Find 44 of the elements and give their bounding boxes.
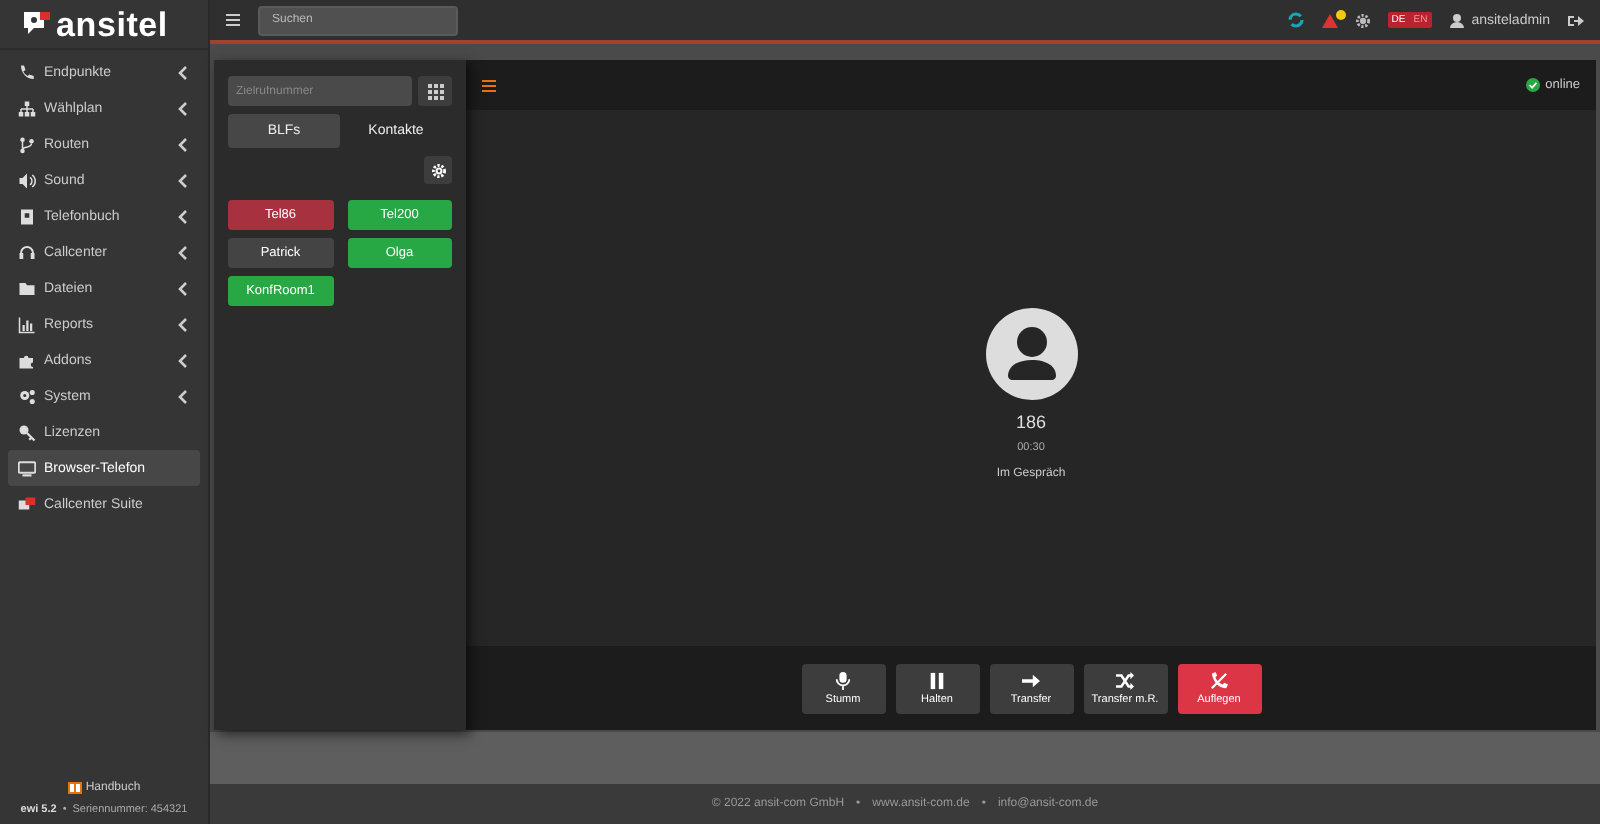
microphone-icon	[834, 671, 852, 689]
chevron-icon	[178, 209, 188, 223]
sync-icon[interactable]	[1287, 12, 1304, 28]
chevron-icon	[178, 281, 188, 295]
gear-icon	[18, 387, 36, 405]
settings-button[interactable]	[424, 156, 452, 184]
settings-icon[interactable]	[1355, 13, 1370, 27]
chevron-icon	[178, 389, 188, 403]
key-icon	[18, 423, 36, 441]
grid-icon	[427, 83, 443, 99]
chevron-icon	[178, 65, 188, 79]
chevron-icon	[178, 101, 188, 115]
headset-icon	[18, 243, 36, 261]
chart-icon	[18, 315, 36, 333]
shuffle-icon	[1116, 671, 1134, 689]
chevron-icon	[178, 353, 188, 367]
menu-icon[interactable]	[482, 79, 496, 91]
menu-icon[interactable]	[226, 14, 240, 26]
phone-slash-icon	[1210, 671, 1228, 689]
caller-number: 186	[1015, 412, 1047, 432]
branch-icon	[18, 135, 36, 153]
logo-text: ansitel	[56, 7, 168, 41]
chevron-icon	[178, 245, 188, 259]
avatar-icon	[985, 308, 1077, 400]
chevron-icon	[178, 173, 188, 187]
check-icon	[1525, 78, 1540, 92]
hierarchy-icon	[18, 99, 36, 117]
book-icon	[67, 782, 82, 794]
pause-icon	[928, 671, 946, 689]
monitor-icon	[18, 459, 36, 477]
phone-icon	[18, 63, 36, 81]
folder-icon	[18, 279, 36, 297]
speaker-icon	[18, 171, 36, 189]
chat-icon	[18, 495, 36, 513]
logout-icon[interactable]	[1568, 13, 1584, 27]
keypad-button[interactable]	[418, 76, 452, 106]
puzzle-icon	[18, 351, 36, 369]
chevron-icon	[178, 137, 188, 151]
book-icon	[18, 207, 36, 225]
logo-icon	[24, 12, 50, 36]
settings-icon	[431, 163, 445, 177]
arrow-right-icon	[1022, 671, 1040, 689]
user-icon	[1449, 13, 1466, 27]
chevron-icon	[178, 317, 188, 331]
